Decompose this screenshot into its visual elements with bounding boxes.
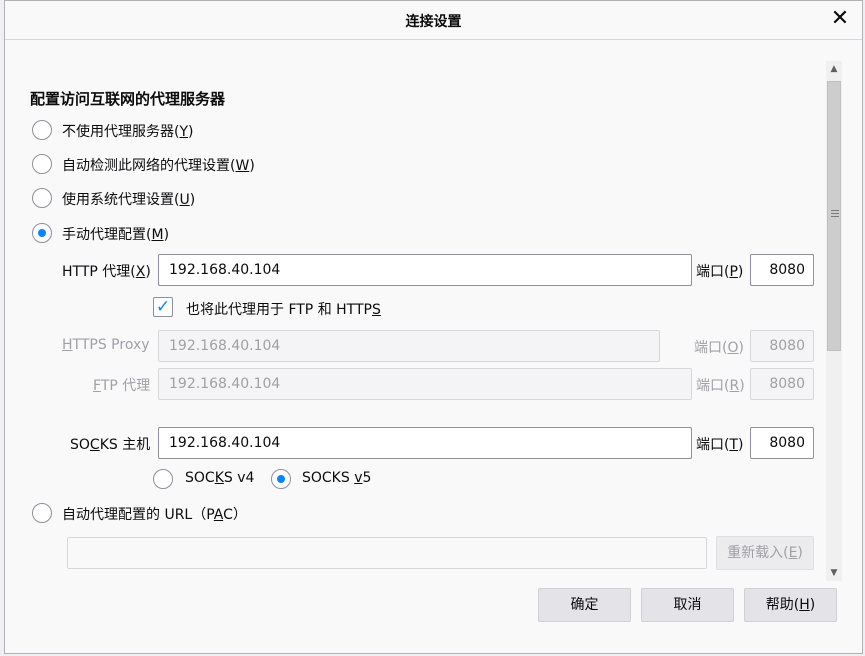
- radio-no-proxy-label[interactable]: 不使用代理服务器(Y): [62, 121, 194, 141]
- radio-manual-proxy[interactable]: [32, 223, 52, 243]
- connection-settings-dialog: 连接设置 ✕ 配置访问互联网的代理服务器 不使用代理服务器(Y) 自动检测此网络…: [4, 0, 863, 654]
- ftp-proxy-label: FTP 代理: [93, 378, 151, 394]
- ftp-port-label: 端口(R): [696, 378, 745, 394]
- radio-no-proxy[interactable]: [32, 120, 52, 140]
- radio-auto-detect[interactable]: [32, 154, 52, 174]
- scrollbar-thumb[interactable]: [827, 81, 841, 351]
- ftp-port-input[interactable]: 8080: [750, 368, 814, 400]
- https-port-label: 端口(O): [694, 340, 744, 356]
- also-use-for-ftp-https-checkbox[interactable]: ✓: [153, 297, 173, 317]
- https-port-input[interactable]: 8080: [750, 330, 814, 362]
- radio-socks-v5[interactable]: [271, 469, 291, 489]
- radio-socks-v5-label[interactable]: SOCKS v5: [302, 470, 371, 486]
- socks-port-label: 端口(T): [696, 437, 744, 453]
- http-port-label: 端口(P): [696, 264, 744, 280]
- dialog-title: 连接设置: [405, 14, 462, 30]
- socks-host-input[interactable]: 192.168.40.104: [158, 427, 692, 459]
- scroll-grip-icon: [831, 210, 839, 217]
- content-scrollbar[interactable]: ▲ ▼: [826, 61, 842, 581]
- help-button[interactable]: 帮助(H): [744, 588, 837, 622]
- socks-host-label: SOCKS 主机: [70, 437, 151, 453]
- radio-socks-v4[interactable]: [153, 469, 173, 489]
- ftp-proxy-input[interactable]: 192.168.40.104: [158, 368, 692, 400]
- socks-port-input[interactable]: 8080: [750, 427, 814, 459]
- dialog-titlebar: 连接设置 ✕: [5, 1, 862, 40]
- radio-system-proxy-label[interactable]: 使用系统代理设置(U): [62, 189, 195, 209]
- https-proxy-input[interactable]: 192.168.40.104: [158, 330, 660, 362]
- close-icon[interactable]: ✕: [828, 7, 852, 31]
- section-heading: 配置访问互联网的代理服务器: [30, 90, 226, 108]
- ok-button[interactable]: 确定: [538, 588, 631, 622]
- radio-auto-detect-label[interactable]: 自动检测此网络的代理设置(W): [62, 155, 255, 175]
- pac-url-input[interactable]: [67, 537, 707, 569]
- scroll-up-icon[interactable]: ▲: [826, 61, 842, 77]
- https-proxy-label: HTTPS Proxy: [62, 337, 150, 353]
- radio-socks-v4-label[interactable]: SOCKS v4: [185, 470, 254, 486]
- scroll-down-icon[interactable]: ▼: [826, 565, 842, 581]
- radio-system-proxy[interactable]: [32, 188, 52, 208]
- http-proxy-input[interactable]: 192.168.40.104: [158, 254, 692, 286]
- also-use-for-ftp-https-label[interactable]: 也将此代理用于 FTP 和 HTTPS: [186, 299, 381, 319]
- reload-pac-button[interactable]: 重新载入(E): [716, 536, 814, 570]
- radio-manual-proxy-label[interactable]: 手动代理配置(M): [62, 224, 169, 244]
- http-port-input[interactable]: 8080: [750, 254, 814, 286]
- cancel-button[interactable]: 取消: [641, 588, 734, 622]
- radio-pac-url-label[interactable]: 自动代理配置的 URL（PAC）: [62, 504, 247, 524]
- http-proxy-label: HTTP 代理(X): [62, 264, 151, 280]
- radio-pac-url[interactable]: [32, 503, 52, 523]
